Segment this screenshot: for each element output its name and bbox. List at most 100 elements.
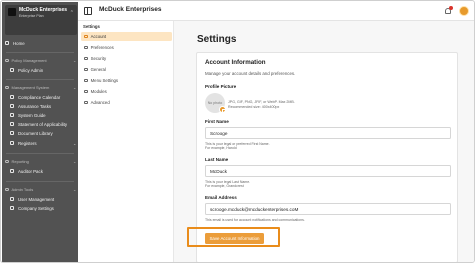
section-icon [5, 85, 9, 90]
menu-icon [84, 78, 88, 83]
settings-nav-label: Menu Settings [90, 78, 119, 83]
section-icon [5, 187, 9, 192]
sidebar-item-assurance-tasks[interactable]: Assurance Tasks [10, 102, 76, 110]
sidebar-item-auditor-pack[interactable]: Auditor Pack [10, 167, 76, 175]
user-avatar[interactable] [459, 6, 469, 16]
sidebar-item-label: Home [13, 40, 25, 46]
settings-nav-heading: Settings [83, 24, 100, 29]
settings-nav-label: General [90, 67, 106, 72]
sidebar-item-label: User Management [18, 196, 55, 202]
sidebar-divider [6, 52, 74, 53]
document-icon [10, 131, 14, 135]
gear-icon [84, 67, 88, 72]
camera-icon[interactable] [219, 106, 226, 113]
chevron-down-icon: ⌄ [73, 85, 77, 90]
modules-icon [84, 89, 88, 94]
sidebar-item-document-library[interactable]: Document Library [10, 129, 76, 137]
card-subtitle: Manage your account details and preferen… [205, 71, 296, 76]
sidebar-item-label: Auditor Pack [18, 168, 43, 174]
profile-picture-size-hint: Recommended size: 400x400px [228, 105, 280, 109]
sidebar-item-policy-admin[interactable]: Policy Admin [10, 66, 76, 74]
main-content: Settings Account Information Manage your… [174, 21, 474, 262]
sidebar-item-company-settings[interactable]: Company Settings [10, 204, 76, 212]
policy-icon [10, 68, 14, 72]
sidebar-item-compliance-calendar[interactable]: Compliance Calendar [10, 93, 76, 101]
sidebar-item-label: Company Settings [18, 205, 54, 211]
sidebar-divider [6, 153, 74, 154]
settings-nav: Settings Account Preferences Security Ge… [78, 21, 174, 262]
sidebar: McDuck Enterprises Enterprise Plan ⌃ Hom… [2, 2, 78, 262]
sidebar-divider [6, 181, 74, 182]
home-icon [5, 41, 9, 45]
settings-nav-preferences[interactable]: Preferences [81, 43, 172, 52]
sidebar-item-label: System Guide [18, 112, 46, 118]
chevron-down-icon: ⌄ [73, 140, 77, 146]
org-logo [8, 8, 16, 16]
first-name-field[interactable]: Scrooge [205, 127, 451, 139]
page-title: Settings [197, 34, 237, 45]
last-name-value: McDuck [210, 168, 227, 174]
save-account-button[interactable]: Save Account Information [205, 233, 264, 244]
last-name-field[interactable]: McDuck [205, 165, 451, 177]
sidebar-item-registers[interactable]: Registers ⌄ [10, 139, 76, 147]
sidebar-item-user-management[interactable]: User Management [10, 195, 76, 203]
section-label: Policy Management [11, 58, 47, 63]
sidebar-section-policy-management[interactable]: Policy Management ⌄ [5, 57, 76, 64]
section-icon [5, 58, 9, 63]
advanced-icon [84, 100, 88, 105]
section-label: Management System [11, 85, 50, 90]
sidebar-item-system-guide[interactable]: System Guide [10, 111, 76, 119]
sidebar-section-admin-tools[interactable]: Admin Tools ⌄ [5, 186, 76, 193]
guide-icon [10, 113, 14, 117]
sidebar-section-management-system[interactable]: Management System ⌄ [5, 84, 76, 91]
sidebar-item-label: Policy Admin [18, 67, 44, 73]
last-name-example: For example, Grandcrest [205, 184, 244, 188]
email-label: Email Address [205, 195, 237, 200]
last-name-label: Last Name [205, 157, 229, 162]
chevron-down-icon: ⌄ [73, 58, 77, 63]
settings-nav-label: Preferences [90, 45, 114, 50]
settings-nav-general[interactable]: General [81, 65, 172, 74]
tasks-icon [10, 104, 14, 108]
settings-nav-security[interactable]: Security [81, 54, 172, 63]
email-field[interactable]: scrooge.mcduck@mcduckenterprises.coM [205, 203, 451, 215]
org-name: McDuck Enterprises [19, 7, 68, 13]
sidebar-toggle-icon[interactable] [84, 7, 92, 15]
sidebar-item-statement-of-applicability[interactable]: Statement of Applicability [10, 120, 76, 128]
profile-picture-label: Profile Picture [205, 84, 237, 89]
auditor-icon [10, 169, 14, 173]
page-org-title: McDuck Enterprises [99, 6, 162, 13]
chevron-down-icon: ⌄ [73, 187, 77, 192]
settings-nav-menu-settings[interactable]: Menu Settings [81, 76, 172, 85]
statement-icon [10, 122, 14, 126]
settings-nav-advanced[interactable]: Advanced [81, 98, 172, 107]
first-name-value: Scrooge [210, 130, 228, 136]
profile-picture-hint: JPG, GIF, PNG, JFIF, or WebP. Max 2MB. [228, 100, 295, 104]
email-value: scrooge.mcduck@mcduckenterprises.coM [210, 206, 299, 212]
settings-nav-label: Advanced [90, 100, 110, 105]
notifications-button[interactable] [444, 6, 453, 16]
sidebar-item-label: Registers [18, 140, 37, 146]
sidebar-item-label: Document Library [18, 130, 53, 136]
gear-icon [10, 206, 14, 210]
app-window: McDuck Enterprises Enterprise Plan ⌃ Hom… [0, 0, 475, 263]
shield-icon [84, 56, 88, 61]
sidebar-item-label: Compliance Calendar [18, 94, 61, 100]
sidebar-divider [6, 79, 74, 80]
no-photo-text: No photo [207, 101, 223, 105]
email-help: This email is used for account notificat… [205, 218, 305, 222]
sidebar-item-label: Assurance Tasks [18, 103, 52, 109]
sidebar-section-reporting[interactable]: Reporting ⌄ [5, 158, 76, 165]
first-name-example: For example, Harold [205, 146, 237, 150]
first-name-label: First Name [205, 119, 229, 124]
user-icon [84, 34, 88, 39]
org-switcher[interactable]: McDuck Enterprises Enterprise Plan ⌃ [5, 5, 77, 35]
settings-nav-label: Account [90, 34, 107, 39]
settings-nav-modules[interactable]: Modules [81, 87, 172, 96]
section-icon [5, 159, 9, 164]
settings-nav-label: Security [90, 56, 107, 61]
settings-nav-label: Modules [90, 89, 107, 94]
sidebar-item-home[interactable]: Home [5, 39, 75, 47]
settings-nav-account[interactable]: Account [81, 32, 172, 41]
section-label: Reporting [11, 159, 29, 164]
